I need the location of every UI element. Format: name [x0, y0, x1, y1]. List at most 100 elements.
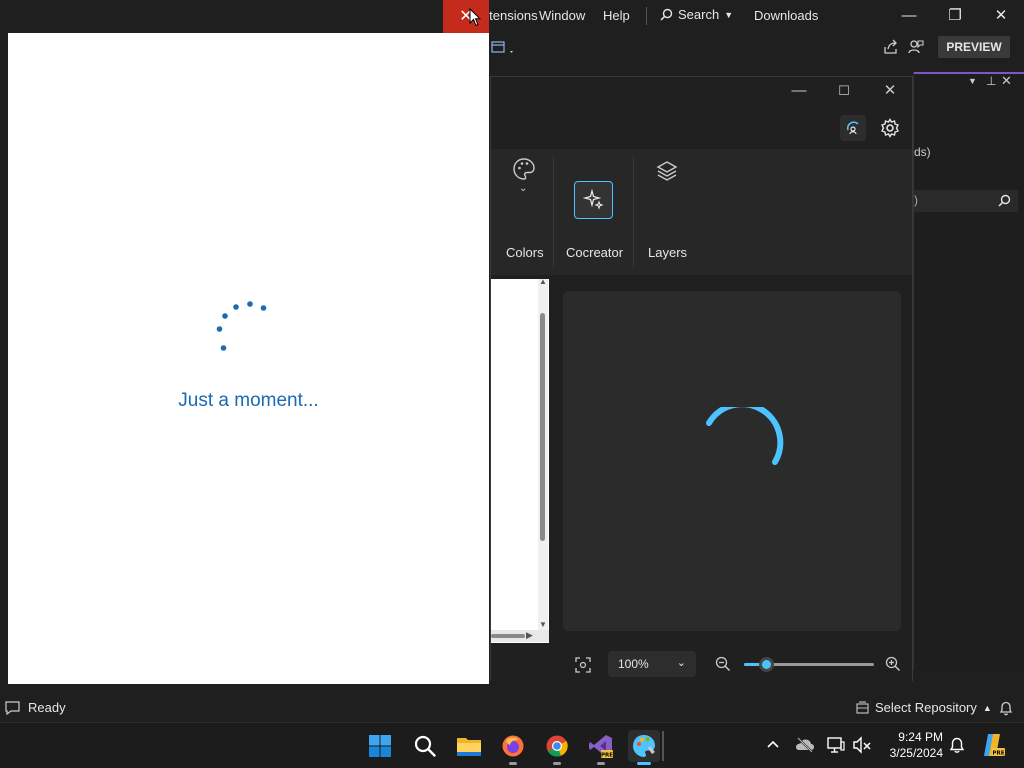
account-sync-icon: [846, 121, 859, 135]
pin-icon[interactable]: ⊥: [986, 74, 996, 88]
menu-help[interactable]: Help: [603, 8, 630, 23]
taskbar-window-edge: [662, 731, 664, 761]
zoom-level-select[interactable]: 100% ⌄: [608, 651, 696, 677]
paint-maximize-icon[interactable]: ☐: [834, 81, 854, 101]
loading-message: Just a moment...: [178, 390, 319, 411]
dialog-titlebar: ✕: [8, 0, 489, 33]
mouse-cursor-icon: [469, 8, 481, 27]
vs-solution-panel: ▼ ⊥ ✕ ) ds): [913, 72, 1024, 670]
zoom-in-icon[interactable]: [885, 656, 901, 672]
zoom-value: 100%: [618, 657, 649, 671]
menu-window[interactable]: Window: [539, 8, 585, 23]
layers-group[interactable]: Layers: [644, 149, 690, 275]
windows-taskbar: PRE 9:24 PM 3/25/2024 PRE: [0, 722, 1024, 768]
firefox-button[interactable]: [497, 730, 529, 765]
chevron-up-icon: ▲: [982, 702, 992, 713]
feedback-icon[interactable]: [908, 39, 924, 55]
colors-group[interactable]: ⌄ Colors: [503, 149, 545, 275]
dialog-close-button[interactable]: ✕: [443, 0, 489, 33]
panel-search-input[interactable]: ): [914, 190, 1018, 212]
repository-icon: [856, 701, 869, 714]
onedrive-offline-icon[interactable]: [795, 735, 815, 755]
account-button[interactable]: [840, 115, 866, 141]
chevron-up-icon[interactable]: [763, 735, 783, 755]
svg-text:PRE: PRE: [601, 753, 613, 759]
layers-label: Layers: [648, 245, 688, 260]
taskbar-clock[interactable]: 9:24 PM 3/25/2024: [875, 729, 943, 761]
search-fragment: ): [914, 193, 918, 207]
loading-spinner: [706, 407, 784, 465]
select-repository-button[interactable]: Select Repository ▲: [856, 700, 992, 715]
layout-icon[interactable]: [491, 41, 515, 57]
canvas-horizontal-scrollbar[interactable]: ▶: [491, 630, 549, 642]
cocreator-label: Cocreator: [566, 245, 624, 260]
menu-separator: [646, 7, 647, 25]
search-icon: [660, 8, 673, 21]
downloads-label[interactable]: Downloads: [754, 8, 818, 23]
restore-icon[interactable]: ❐: [945, 6, 965, 26]
preview-button[interactable]: PREVIEW: [938, 36, 1010, 58]
cocreator-panel: [563, 291, 901, 631]
zoom-slider-thumb[interactable]: [759, 657, 775, 672]
running-indicator: [509, 762, 517, 765]
paint-taskbar-button[interactable]: [628, 730, 660, 765]
display-icon[interactable]: [826, 735, 846, 755]
vs-search-button[interactable]: Search ▼: [660, 7, 733, 22]
paint-ribbon: ⌄ Colors Cocreator Layers: [491, 149, 912, 275]
panel-close-icon[interactable]: ✕: [1001, 73, 1012, 89]
chrome-button[interactable]: [541, 730, 573, 765]
chevron-down-icon: ⌄: [676, 657, 686, 669]
paint-close-icon[interactable]: ✕: [880, 81, 900, 101]
zoom-out-icon[interactable]: [715, 656, 731, 672]
loading-dots-spinner: [216, 301, 267, 351]
close-icon[interactable]: ✕: [991, 6, 1011, 26]
colors-label: Colors: [506, 245, 544, 260]
scrollbar-thumb[interactable]: [540, 313, 545, 541]
scroll-up-icon[interactable]: ▲: [539, 277, 547, 286]
settings-gear-icon[interactable]: [880, 118, 900, 138]
start-button[interactable]: [364, 730, 396, 762]
paint-icon: [633, 735, 655, 757]
clock-time: 9:24 PM: [898, 730, 943, 744]
notification-bell-icon[interactable]: [998, 700, 1014, 716]
file-explorer-icon: [457, 738, 481, 756]
share-icon[interactable]: [883, 39, 899, 55]
layers-icon: [656, 161, 678, 181]
active-indicator: [637, 762, 651, 765]
dropdown-icon[interactable]: ▼: [968, 76, 977, 86]
vs-search-label: Search: [678, 7, 720, 22]
visual-studio-preview-icon: PRE: [589, 735, 613, 759]
select-repository-label: Select Repository: [875, 700, 977, 715]
notifications-icon[interactable]: [948, 736, 966, 754]
scrollbar-thumb[interactable]: [491, 634, 525, 638]
chevron-down-icon: ▼: [724, 9, 734, 20]
volume-muted-icon[interactable]: [852, 735, 872, 755]
copilot-preview-icon[interactable]: PRE: [980, 732, 1006, 758]
sparkle-icon: [583, 189, 604, 210]
svg-text:PRE: PRE: [992, 751, 1004, 757]
search-icon: [414, 735, 436, 757]
status-ready-text: Ready: [28, 700, 66, 715]
status-comment-icon: [5, 701, 20, 715]
ribbon-separator: [633, 157, 634, 267]
visual-studio-preview-button[interactable]: PRE: [585, 730, 617, 765]
running-indicator: [597, 762, 605, 765]
palette-icon: [513, 158, 535, 180]
clock-date: 3/25/2024: [889, 746, 943, 760]
file-explorer-button[interactable]: [453, 730, 485, 762]
loading-dialog: ✕ Just a moment...: [8, 0, 489, 684]
fit-to-window-icon[interactable]: [575, 657, 591, 673]
canvas-vertical-scrollbar[interactable]: ▲ ▼: [538, 277, 548, 631]
ribbon-separator: [553, 157, 554, 267]
paint-minimize-icon[interactable]: —: [789, 81, 809, 101]
scroll-down-icon[interactable]: ▼: [539, 620, 547, 629]
scroll-right-icon[interactable]: ▶: [526, 630, 533, 641]
cocreator-button[interactable]: [574, 181, 613, 219]
start-icon: [369, 735, 391, 757]
minimize-icon[interactable]: —: [899, 6, 919, 26]
chevron-down-icon: ⌄: [519, 183, 528, 194]
taskbar-search-button[interactable]: [409, 730, 441, 762]
chrome-icon: [546, 735, 568, 757]
search-icon: [998, 194, 1011, 207]
panel-tree-fragment: ds): [914, 145, 931, 159]
